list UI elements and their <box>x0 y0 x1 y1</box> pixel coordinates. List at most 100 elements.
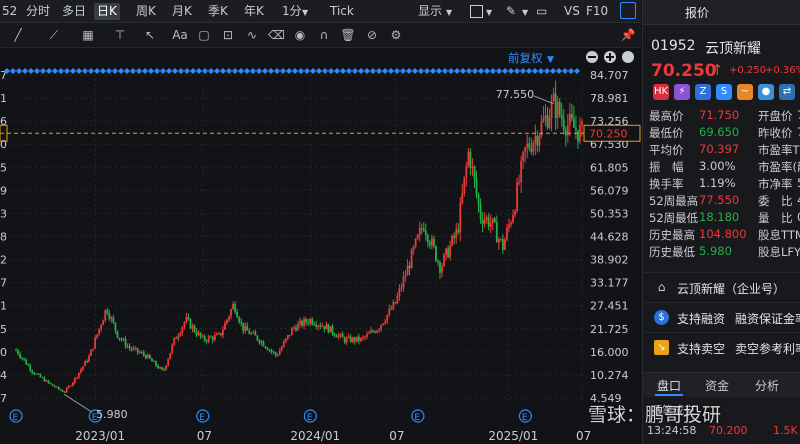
candle-body <box>556 101 559 119</box>
kline-chart[interactable]: 84.707778.981173.256667.530061.805556.07… <box>0 48 641 444</box>
polyline-tool-icon[interactable]: ⟋ <box>46 27 62 43</box>
candle-body <box>362 337 364 339</box>
up-arrow-icon: ↑ <box>711 61 724 79</box>
trash-icon[interactable]: 🗑 <box>340 27 356 43</box>
tab-capital[interactable]: 资金 <box>705 377 729 394</box>
pencil-icon[interactable]: ✎ <box>506 3 516 20</box>
candle-body <box>21 357 23 359</box>
candle-body <box>173 337 176 345</box>
stat-label: 最高价 <box>649 109 684 123</box>
magnet-icon[interactable]: ∩ <box>316 27 332 43</box>
candle-body <box>378 329 381 331</box>
candle-body <box>408 265 411 269</box>
chevron-down-icon[interactable]: ▼ <box>522 4 528 21</box>
arrow-tool-icon[interactable]: ↖ <box>142 27 158 43</box>
sync-icon[interactable]: ⊘ <box>364 27 380 43</box>
stat-label: 历史最低 <box>649 245 695 259</box>
event-marker-dot <box>316 68 322 74</box>
service-row-company[interactable]: ⌂ 云顶新耀（企业号） <box>643 272 800 303</box>
event-marker-dot <box>370 68 376 74</box>
candle-body <box>329 326 332 333</box>
pin-icon[interactable]: 📌 <box>620 27 636 43</box>
event-marker-dot <box>508 68 514 74</box>
candle-body <box>31 370 34 373</box>
chevron-down-icon[interactable]: ▼ <box>446 4 452 21</box>
wave-badge-icon[interactable]: ~ <box>737 84 753 100</box>
stock-code: 01952 <box>651 38 696 54</box>
period-tab-tick[interactable]: Tick <box>330 3 354 20</box>
period-tab-daily[interactable]: 日K <box>94 3 120 20</box>
stat-label: 换手率 <box>649 177 684 191</box>
lightning-badge-icon[interactable]: ⚡ <box>674 84 690 100</box>
period-tab-monthly[interactable]: 月K <box>172 3 192 20</box>
event-marker-dot <box>52 68 58 74</box>
line-tool-icon[interactable]: ╱ <box>10 27 26 43</box>
service-extra: 卖空参考利率 <box>735 342 800 356</box>
candle-body <box>189 318 192 329</box>
price-tick-label: 44.628 <box>590 231 629 244</box>
candle-body <box>390 308 393 310</box>
service-row-margin[interactable]: $ 支持融资 融资保证金率 <box>643 302 800 333</box>
gear-icon[interactable]: ⚙ <box>388 27 404 43</box>
period-tab-yearly[interactable]: 年K <box>244 3 264 20</box>
candle-body <box>240 322 243 324</box>
chevron-down-icon[interactable]: ▼ <box>302 4 308 21</box>
tab-orderbook[interactable]: 盘口 <box>657 377 681 394</box>
checkbox-icon[interactable] <box>470 5 483 18</box>
candle-body <box>372 330 374 332</box>
text-tool-icon[interactable]: Aa <box>172 27 188 43</box>
s-badge-icon[interactable]: S <box>716 84 732 100</box>
channel-tool-icon[interactable]: ▦ <box>80 27 96 43</box>
period-tab-weekly[interactable]: 周K <box>136 3 156 20</box>
candle-body <box>542 118 545 122</box>
adjust-label[interactable]: 前复权 <box>508 51 543 65</box>
period-tab-intraday[interactable]: 分时 <box>26 3 50 20</box>
settings-circle-icon[interactable] <box>622 51 634 63</box>
candle-body <box>250 333 253 335</box>
period-tab-multiday[interactable]: 多日 <box>62 3 86 20</box>
eye-icon[interactable]: ◉ <box>292 27 308 43</box>
tab-quote[interactable]: 报价 <box>685 4 709 21</box>
comment-tool-icon[interactable]: ▢ <box>196 27 212 43</box>
event-marker-dot <box>262 68 268 74</box>
candle-body <box>307 322 310 324</box>
chevron-down-icon[interactable]: ▼ <box>547 55 554 65</box>
chevron-down-icon[interactable]: ▼ <box>486 4 492 21</box>
candle-body <box>169 352 172 360</box>
candle-body <box>104 310 107 321</box>
building-icon: ⌂ <box>657 280 666 294</box>
candle-body <box>315 324 318 327</box>
exchange-badge-icon[interactable]: ⇄ <box>779 84 795 100</box>
panel-toggle-icon[interactable] <box>620 2 636 19</box>
window-icon[interactable]: ▭ <box>536 3 547 20</box>
candle-body <box>288 334 291 336</box>
display-menu[interactable]: 显示 <box>418 3 442 20</box>
candle-body <box>359 337 362 342</box>
event-marker-dot <box>532 68 538 74</box>
wave-tool-icon[interactable]: ∿ <box>244 27 260 43</box>
candle-body <box>108 313 111 319</box>
vs-button[interactable]: VS <box>564 3 580 20</box>
period-tab-52[interactable]: 52 <box>2 3 17 20</box>
vertical-tool-icon[interactable]: ⊤ <box>112 27 128 43</box>
period-tab-quarterly[interactable]: 季K <box>208 3 228 20</box>
stat-value: 1.19% <box>699 176 736 190</box>
event-marker-dot <box>346 68 352 74</box>
connect-badge-icon[interactable]: Z <box>695 84 711 100</box>
measure-tool-icon[interactable]: ⊡ <box>220 27 236 43</box>
tab-analysis[interactable]: 分析 <box>755 377 779 394</box>
candle-body <box>266 347 269 350</box>
service-label: 支持卖空 <box>677 342 726 356</box>
candle-body <box>94 337 97 349</box>
hk-badge-icon[interactable]: HK <box>653 84 669 100</box>
period-tab-1min[interactable]: 1分 <box>282 3 302 20</box>
candle-body <box>433 238 435 247</box>
event-marker-dot <box>514 68 520 74</box>
candle-body <box>116 330 119 338</box>
candle-body <box>451 235 454 246</box>
eraser-icon[interactable]: ⌫ <box>268 27 285 43</box>
service-row-short[interactable]: ↘ 支持卖空 卖空参考利率 <box>643 332 800 363</box>
candle-body <box>98 328 101 335</box>
f10-button[interactable]: F10 <box>586 3 608 20</box>
tag-badge-icon[interactable]: ● <box>758 84 774 100</box>
